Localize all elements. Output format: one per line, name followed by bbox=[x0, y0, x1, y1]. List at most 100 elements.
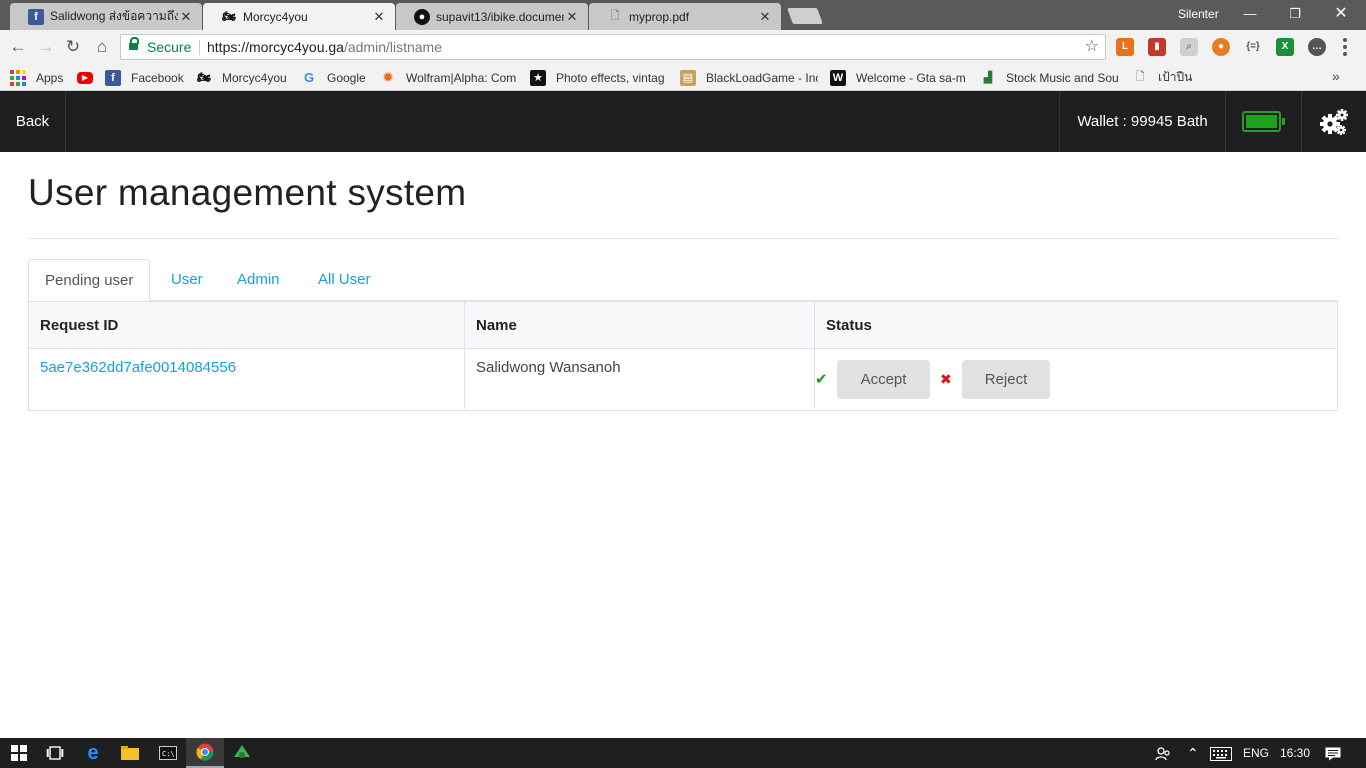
input-language[interactable]: ENG bbox=[1243, 738, 1269, 768]
equalizer-icon: ▟ bbox=[983, 72, 993, 84]
wallet-balance: Wallet : 99945 Bath bbox=[1059, 91, 1225, 152]
bookmark-label: Facebook bbox=[131, 70, 184, 85]
column-divider bbox=[464, 301, 465, 409]
system-clock[interactable]: 16:30 bbox=[1280, 738, 1310, 768]
bookmark-label: Welcome - Gta sa-m bbox=[856, 70, 966, 85]
bookmark-wolfram[interactable]: ✹ Wolfram|Alpha: Com bbox=[380, 69, 518, 86]
restore-icon[interactable]: ❐ bbox=[1275, 3, 1315, 25]
user-tabs: Pending user User Admin All User bbox=[28, 259, 1338, 301]
bookmark-facebook[interactable]: f Facebook bbox=[105, 69, 184, 86]
bookmark-apps[interactable]: Apps bbox=[10, 69, 63, 86]
column-header-status: Status bbox=[826, 317, 872, 334]
bookmark-label: Stock Music and Sou bbox=[1006, 70, 1119, 85]
reject-button[interactable]: Reject bbox=[962, 359, 1050, 399]
bookmark-star-icon[interactable]: ☆ bbox=[1085, 35, 1099, 59]
chrome-taskbar-icon[interactable] bbox=[186, 738, 224, 768]
cross-icon: ✖ bbox=[940, 370, 952, 387]
battery-indicator bbox=[1225, 91, 1301, 152]
browser-tab-facebook[interactable]: f Salidwong ส่งข้อความถึง Sr ✕ bbox=[10, 3, 202, 30]
window-close-icon[interactable]: ✕ bbox=[1321, 3, 1361, 25]
close-icon[interactable]: ✕ bbox=[371, 9, 387, 25]
action-center-icon[interactable] bbox=[1325, 738, 1341, 768]
chrome-menu-icon[interactable] bbox=[1342, 38, 1348, 56]
tab-all-user[interactable]: All User bbox=[302, 259, 387, 301]
tray-expand-icon[interactable]: ⌃ bbox=[1187, 738, 1199, 768]
pending-user-table: Request ID Name Status 5ae7e362dd7afe001… bbox=[28, 301, 1338, 411]
keyboard-icon[interactable] bbox=[1210, 738, 1232, 768]
task-view-icon[interactable] bbox=[36, 738, 74, 768]
edge-browser-icon[interactable]: e bbox=[74, 738, 112, 768]
extension-icon[interactable]: … bbox=[1308, 38, 1326, 56]
battery-fill bbox=[1246, 115, 1277, 128]
extension-icon[interactable]: ⌕ bbox=[1180, 38, 1198, 56]
back-arrow-icon[interactable]: ← bbox=[8, 37, 28, 57]
file-explorer-icon[interactable] bbox=[111, 738, 149, 768]
settings-button[interactable] bbox=[1301, 91, 1366, 152]
bookmark-stock-music[interactable]: ▟ Stock Music and Sou bbox=[980, 69, 1119, 86]
url-host: https://morcyc4you.ga bbox=[207, 39, 344, 55]
youtube-icon: ▶ bbox=[77, 71, 93, 84]
secure-label: Secure bbox=[147, 39, 192, 55]
document-icon: 🗋 bbox=[1135, 71, 1145, 83]
bookmark-morcyc4you[interactable]: 🏍 Morcyc4you bbox=[196, 69, 287, 86]
extension-icon[interactable]: ● bbox=[1212, 38, 1230, 56]
document-icon: 🗋 bbox=[610, 10, 620, 22]
tab-admin[interactable]: Admin bbox=[221, 259, 296, 301]
window-user-name: Silenter bbox=[1178, 7, 1219, 21]
address-bar[interactable]: Secure https://morcyc4you.ga/admin/listn… bbox=[120, 34, 1106, 60]
bookmark-label: เป้าปืน bbox=[1158, 70, 1193, 84]
request-id-cell: 5ae7e362dd7afe0014084556 bbox=[29, 359, 236, 376]
url-path: /admin/listname bbox=[343, 39, 442, 55]
bookmark-blackloadgame[interactable]: ▤ BlackLoadGame - Inc bbox=[680, 69, 818, 86]
omnibox-divider bbox=[199, 40, 200, 55]
browser-tab-github[interactable]: ● supavit13/ibike.documen ✕ bbox=[396, 3, 588, 30]
battery-icon bbox=[1242, 111, 1285, 132]
tab-title: Salidwong ส่งข้อความถึง Sr bbox=[50, 9, 178, 23]
apps-grid-icon bbox=[10, 69, 26, 86]
minimize-icon[interactable]: — bbox=[1230, 3, 1270, 25]
title-divider bbox=[28, 238, 1338, 239]
back-button[interactable]: Back bbox=[0, 91, 66, 152]
close-icon[interactable]: ✕ bbox=[178, 9, 194, 25]
accept-button[interactable]: Accept bbox=[837, 359, 930, 399]
close-icon[interactable]: ✕ bbox=[757, 9, 773, 25]
extension-icon[interactable]: ▮ bbox=[1148, 38, 1166, 56]
w-logo-icon: W bbox=[830, 69, 846, 86]
tab-user[interactable]: User bbox=[155, 259, 219, 301]
tab-pending-user[interactable]: Pending user bbox=[28, 259, 151, 301]
people-icon[interactable] bbox=[1155, 738, 1171, 768]
google-icon: G bbox=[303, 70, 315, 85]
extension-icon[interactable]: X bbox=[1276, 38, 1294, 56]
bookmark-label: Morcyc4you bbox=[222, 70, 287, 85]
more-bookmarks-icon[interactable]: » bbox=[1332, 68, 1340, 84]
request-id-link[interactable]: 5ae7e362dd7afe0014084556 bbox=[40, 359, 236, 376]
bookmark-google[interactable]: G Google bbox=[301, 69, 366, 86]
browser-tab-pdf[interactable]: 🗋 myprop.pdf ✕ bbox=[589, 3, 781, 30]
home-icon[interactable]: ⌂ bbox=[92, 37, 112, 57]
motorcycle-icon: 🏍 bbox=[197, 72, 211, 84]
extension-icon[interactable]: L bbox=[1116, 38, 1134, 56]
command-prompt-icon[interactable]: C:\ bbox=[149, 738, 187, 768]
tab-title: myprop.pdf bbox=[629, 9, 690, 24]
app-navbar: Back Wallet : 99945 Bath bbox=[0, 91, 1366, 152]
browser-tab-strip: f Salidwong ส่งข้อความถึง Sr ✕ 🏍 Morcyc4… bbox=[0, 0, 1366, 30]
extension-icon[interactable]: {=} bbox=[1244, 38, 1262, 56]
browser-tab-morcyc4you[interactable]: 🏍 Morcyc4you ✕ bbox=[203, 3, 395, 30]
bookmark-youtube[interactable]: ▶ bbox=[77, 69, 103, 86]
windows-start-icon[interactable] bbox=[0, 738, 38, 768]
close-icon[interactable]: ✕ bbox=[564, 9, 580, 25]
page-title: User management system bbox=[28, 172, 467, 213]
wolfram-icon: ✹ bbox=[382, 69, 394, 85]
new-tab-button[interactable] bbox=[787, 8, 823, 24]
app-taskbar-icon[interactable] bbox=[223, 738, 261, 768]
game-icon: ▤ bbox=[680, 69, 696, 86]
reload-icon[interactable]: ↻ bbox=[63, 37, 83, 57]
bookmark-gta[interactable]: W Welcome - Gta sa-m bbox=[830, 69, 968, 86]
bookmark-target[interactable]: 🗋 เป้าปืน bbox=[1132, 69, 1193, 86]
bookmark-label: Apps bbox=[36, 70, 64, 85]
check-icon: ✔ bbox=[815, 371, 828, 388]
bookmark-label: BlackLoadGame - Inc bbox=[706, 70, 818, 85]
bookmark-photo-effects[interactable]: ★ Photo effects, vintag bbox=[530, 69, 667, 86]
bookmark-label: Photo effects, vintag bbox=[556, 70, 665, 85]
forward-arrow-icon[interactable]: → bbox=[36, 37, 56, 57]
